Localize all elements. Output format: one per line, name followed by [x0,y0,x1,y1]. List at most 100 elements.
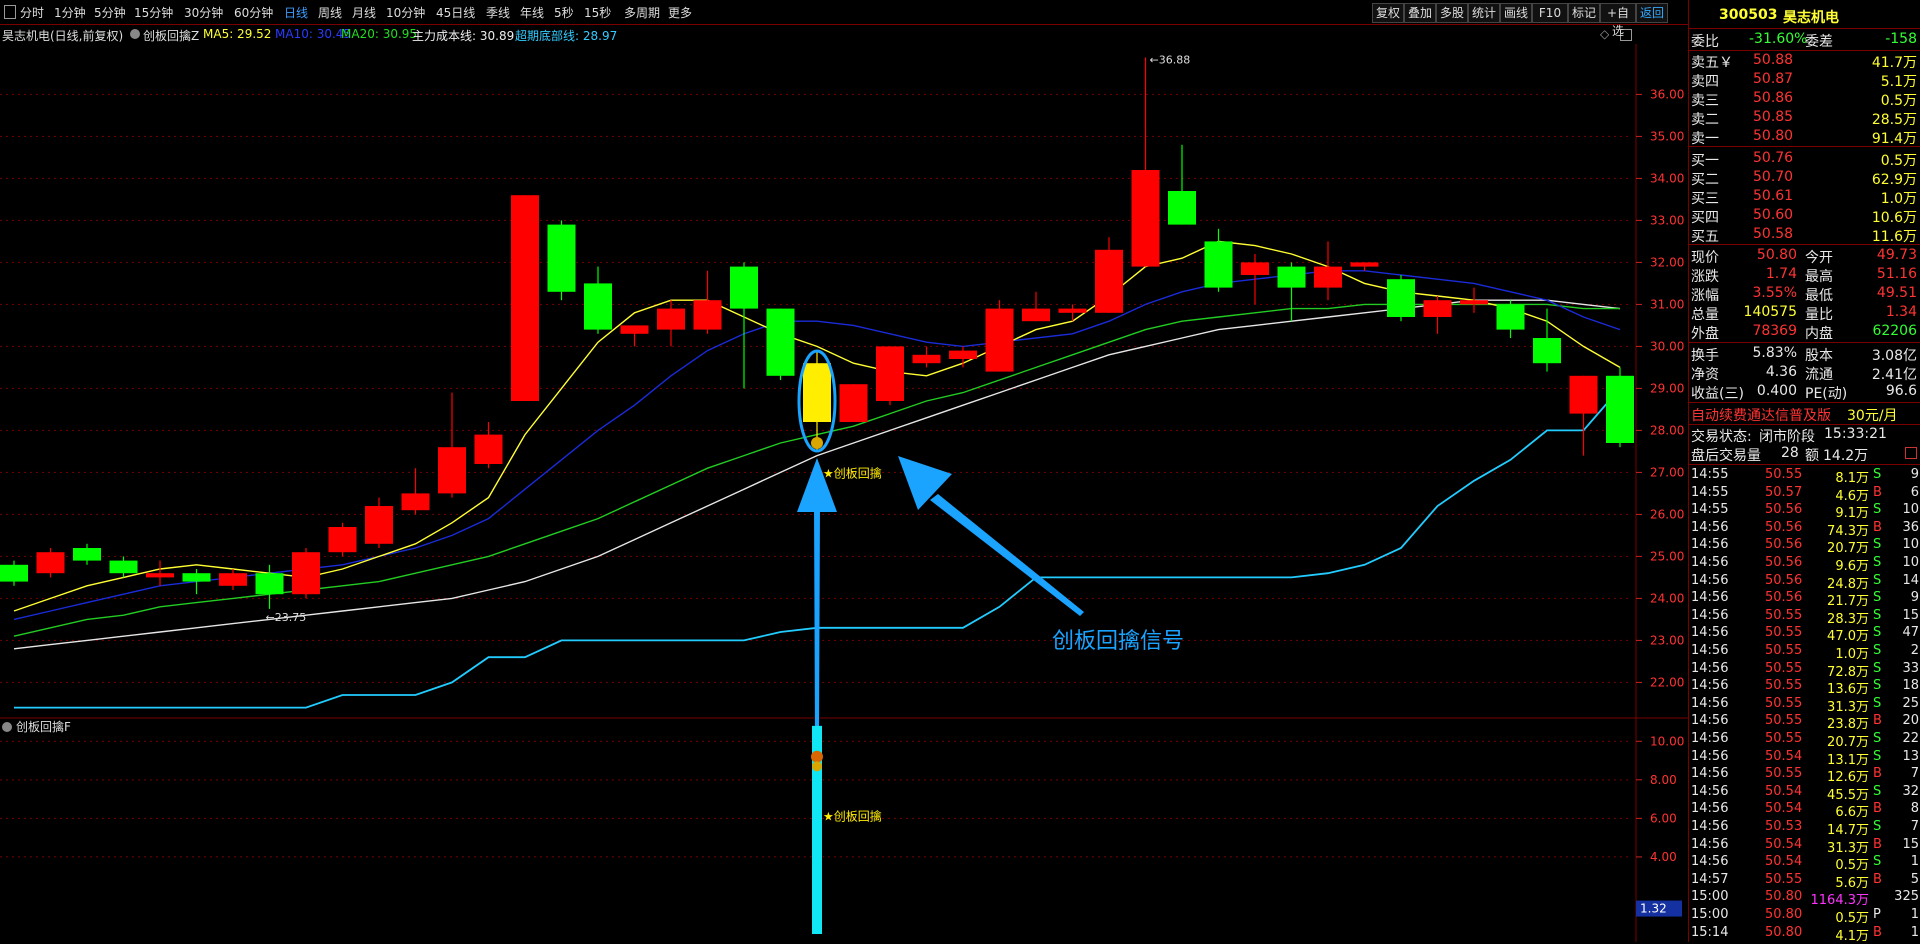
status-label: 交易状态: [1691,429,1752,445]
quote-label: 今开 [1805,250,1833,266]
period-tab-10[interactable]: 45日线 [436,4,475,21]
period-tab-4[interactable]: 30分钟 [184,4,223,21]
tick-price: 50.55 [1765,625,1803,641]
tool-button-8[interactable]: 返回 [1636,3,1668,23]
candle-body [1569,375,1598,414]
low-price-label: ←23.75 [266,611,307,624]
tool-button-5[interactable]: F10 [1532,3,1568,23]
bids-volume: 0.5万 [1880,153,1917,169]
tick-count: 1 [1910,907,1919,922]
sub-indicator-toggle-icon [2,722,12,732]
diamond-icon[interactable]: ◇ [1600,27,1609,41]
tick-price: 50.56 [1765,519,1803,535]
ad-banner[interactable]: 自动续费通达信普及版 30元/月 [1689,404,1920,425]
fund-value: 96.6 [1885,383,1917,399]
tick-count: 2 [1910,643,1919,658]
tick-row: 14:56 50.55 1.0万 S 2 [1689,642,1920,662]
tick-count: 36 [1902,519,1919,535]
period-tab-14[interactable]: 15秒 [584,4,611,21]
y-tick-label: 33.00 [1650,213,1684,227]
period-tab-0[interactable]: 分时 [20,4,44,21]
tick-row: 15:14 50.80 4.1万 B 1 [1689,924,1920,944]
tick-side: B [1873,836,1882,852]
tick-price: 50.80 [1765,924,1803,940]
tick-row: 14:56 50.55 28.3万 S 15 [1689,607,1920,627]
period-tab-8[interactable]: 月线 [352,4,376,21]
tick-side: S [1873,854,1882,870]
annotation-arrow-vertical [814,506,820,734]
tick-side: P [1873,907,1881,922]
tool-button-4[interactable]: 画线 [1500,3,1532,23]
tick-count: 325 [1894,889,1919,905]
tool-button-0[interactable]: 复权 [1372,3,1404,23]
y-tick-label: 22.00 [1650,675,1684,689]
tick-count: 1 [1910,854,1919,870]
candle-body [365,506,393,544]
bids-price: 50.70 [1753,169,1794,185]
period-tab-13[interactable]: 5秒 [554,4,574,21]
candle-body [1277,266,1306,288]
quote-value: 50.80 [1756,247,1797,263]
ad-text[interactable]: 自动续费通达信普及版 [1691,405,1831,425]
period-tab-15[interactable]: 多周期 [624,4,660,21]
tool-button-6[interactable]: 标记 [1568,3,1600,23]
bids-label: 买二 [1691,172,1719,188]
quote-label: 外盘 [1691,326,1719,342]
annotation-arrow-diagonal [930,494,1084,616]
weibi-row: 委比 -31.60% 委差 -158 [1689,30,1920,50]
tool-button-2[interactable]: 多股 [1436,3,1468,23]
tick-price: 50.80 [1765,907,1803,922]
indicator-name[interactable]: 创板回擒Z [143,27,199,44]
tick-price: 50.56 [1765,572,1803,588]
chart-area[interactable]: 36.00 35.00 34.00 33.00 32.00 31.00 30.00 29.00… [0,0,1688,942]
candle-body [1350,262,1379,267]
candle-body [474,434,503,464]
period-tab-3[interactable]: 15分钟 [134,4,173,21]
y-tick-label: 31.00 [1650,297,1684,311]
tool-button-3[interactable]: 统计 [1468,3,1500,23]
period-tab-11[interactable]: 季线 [486,4,510,21]
y-tick-label: 30.00 [1650,339,1684,353]
scroll-toggle-icon[interactable] [1905,447,1917,459]
candle-body [1533,338,1561,364]
tick-time: 14:56 [1691,731,1729,746]
tick-price: 50.55 [1765,766,1803,782]
tick-time: 14:56 [1691,607,1729,623]
candle-body [438,447,466,494]
period-tab-1[interactable]: 1分钟 [54,4,86,21]
quote-label: 现价 [1691,250,1719,266]
tick-row: 14:56 50.56 21.7万 S 9 [1689,589,1920,609]
period-tab-9[interactable]: 10分钟 [386,4,425,21]
quote-value: 49.51 [1876,285,1917,301]
quote-panel: 300503 昊志机电 委比 -31.60% 委差 -158 卖五￥ 50.88 4… [1688,0,1920,944]
candle-body [1496,304,1525,330]
period-tab-2[interactable]: 5分钟 [94,4,126,21]
period-tab-7[interactable]: 周线 [318,4,342,21]
period-tab-16[interactable]: 更多 [668,4,692,21]
ad-price[interactable]: 30元/月 [1847,405,1898,425]
tick-side: B [1873,484,1882,500]
quote-label: 总量 [1691,307,1719,323]
tick-count: 13 [1902,748,1919,764]
candle-body [584,283,612,330]
tick-side: S [1873,660,1882,676]
y-tick-label: 35.00 [1650,129,1684,143]
tick-time: 14:56 [1691,519,1729,535]
tick-row: 14:56 50.55 13.6万 S 18 [1689,677,1920,697]
asks-label: 卖二 [1691,112,1719,128]
fund-row: 换手 5.83% 股本 3.08亿 [1689,344,1920,364]
period-tab-6[interactable]: 日线 [284,4,308,21]
tool-button-7[interactable]: +自选 [1600,3,1636,38]
tick-side: S [1873,678,1882,694]
indicator-toggle-icon[interactable] [130,29,140,39]
period-tab-5[interactable]: 60分钟 [234,4,273,21]
tick-row: 14:56 50.54 45.5万 S 32 [1689,783,1920,803]
candle-body [1387,279,1415,317]
tick-side: B [1873,801,1882,817]
tick-price: 50.80 [1765,889,1803,905]
period-tab-12[interactable]: 年线 [520,4,544,21]
candle-body [1314,266,1342,288]
tool-button-1[interactable]: 叠加 [1404,3,1436,23]
fund-label: PE(动) [1805,386,1848,402]
menu-icon[interactable] [4,5,16,19]
